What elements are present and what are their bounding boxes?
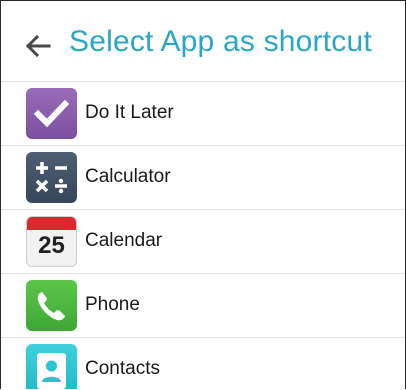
contact-icon [26,344,77,389]
app-list: Do It Later Calculator 25 Calendar Phone… [1,81,405,389]
app-label: Contacts [85,358,160,379]
list-item-contacts[interactable]: Contacts [1,337,405,389]
list-item-calculator[interactable]: Calculator [1,145,405,209]
calendar-header-band [27,217,76,230]
checkmark-icon [26,88,77,139]
list-item-calendar[interactable]: 25 Calendar [1,209,405,273]
select-app-dialog: Select App as shortcut Do It Later Calcu… [0,0,406,389]
header-bar: Select App as shortcut [1,1,405,81]
page-title: Select App as shortcut [69,25,372,58]
calculator-icon [26,152,77,203]
arrow-left-icon[interactable] [23,31,53,61]
app-label: Calculator [85,166,171,187]
app-label: Phone [85,294,140,315]
list-item-phone[interactable]: Phone [1,273,405,337]
calendar-icon: 25 [26,216,77,267]
list-item-do-it-later[interactable]: Do It Later [1,81,405,145]
app-label: Calendar [85,230,163,251]
phone-icon [26,280,77,331]
calendar-day: 25 [38,232,65,259]
app-label: Do It Later [85,102,174,123]
